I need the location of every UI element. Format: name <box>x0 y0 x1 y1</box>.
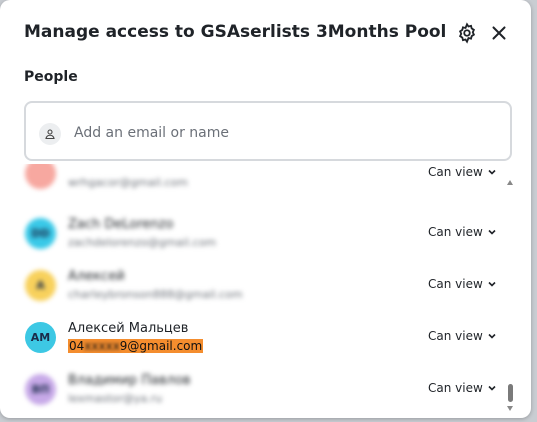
avatar: A <box>25 270 56 301</box>
list-item: ВП Владимир Павлов lexmastor@ya.ru Can v… <box>0 364 500 416</box>
member-email: charleybronson888@gmail.com <box>68 288 243 301</box>
list-item: AM Алексей Мальцев 04xxxxx9@gmail.com Ca… <box>0 312 500 364</box>
role-dropdown[interactable]: Can view <box>428 225 497 239</box>
chevron-down-icon <box>488 169 496 175</box>
member-name: Владимир Павлов <box>68 373 191 388</box>
role-label: Can view <box>428 381 483 395</box>
avatar: DD <box>25 218 56 249</box>
member-email: 04xxxxx9@gmail.com <box>68 339 204 353</box>
member-name: Zach DeLorenzo <box>68 217 174 232</box>
gear-icon[interactable] <box>456 22 478 44</box>
role-dropdown[interactable]: Can view <box>428 165 497 179</box>
close-icon[interactable] <box>488 22 510 44</box>
dialog-title: Manage access to GSAserlists 3Months Poo… <box>24 22 447 42</box>
list-item: A Алексей charleybronson888@gmail.com Ca… <box>0 260 500 312</box>
avatar: ВП <box>25 374 56 405</box>
search-input[interactable] <box>72 119 496 147</box>
add-people-search[interactable] <box>24 101 512 161</box>
scroll-up-arrow[interactable] <box>507 180 513 185</box>
scroll-down-arrow[interactable] <box>507 406 513 411</box>
role-dropdown[interactable]: Can view <box>428 277 497 291</box>
chevron-down-icon <box>488 281 496 287</box>
member-email: lexmastor@ya.ru <box>68 392 163 405</box>
role-label: Can view <box>428 225 483 239</box>
scrollbar[interactable] <box>505 180 515 414</box>
list-item: DD Zach DeLorenzo zachdelorenzo@gmail.co… <box>0 208 500 260</box>
member-list: wrhgacor@gmail.com Can view DD Zach DeLo… <box>0 164 531 418</box>
member-name: Алексей <box>68 269 125 284</box>
scroll-thumb[interactable] <box>508 384 513 402</box>
member-email: zachdelorenzo@gmail.com <box>68 236 217 249</box>
role-dropdown[interactable]: Can view <box>428 381 497 395</box>
person-icon <box>39 123 61 145</box>
avatar: AM <box>25 322 56 353</box>
chevron-down-icon <box>488 229 496 235</box>
role-label: Can view <box>428 329 483 343</box>
member-name: Алексей Мальцев <box>68 321 189 336</box>
avatar <box>25 164 56 189</box>
role-label: Can view <box>428 165 483 179</box>
role-dropdown[interactable]: Can view <box>428 329 497 343</box>
manage-access-dialog: Manage access to GSAserlists 3Months Poo… <box>0 0 531 418</box>
chevron-down-icon <box>488 333 496 339</box>
people-label: People <box>24 69 78 85</box>
role-label: Can view <box>428 277 483 291</box>
chevron-down-icon <box>488 385 496 391</box>
list-item: wrhgacor@gmail.com Can view <box>0 164 500 200</box>
member-email: wrhgacor@gmail.com <box>68 176 188 189</box>
